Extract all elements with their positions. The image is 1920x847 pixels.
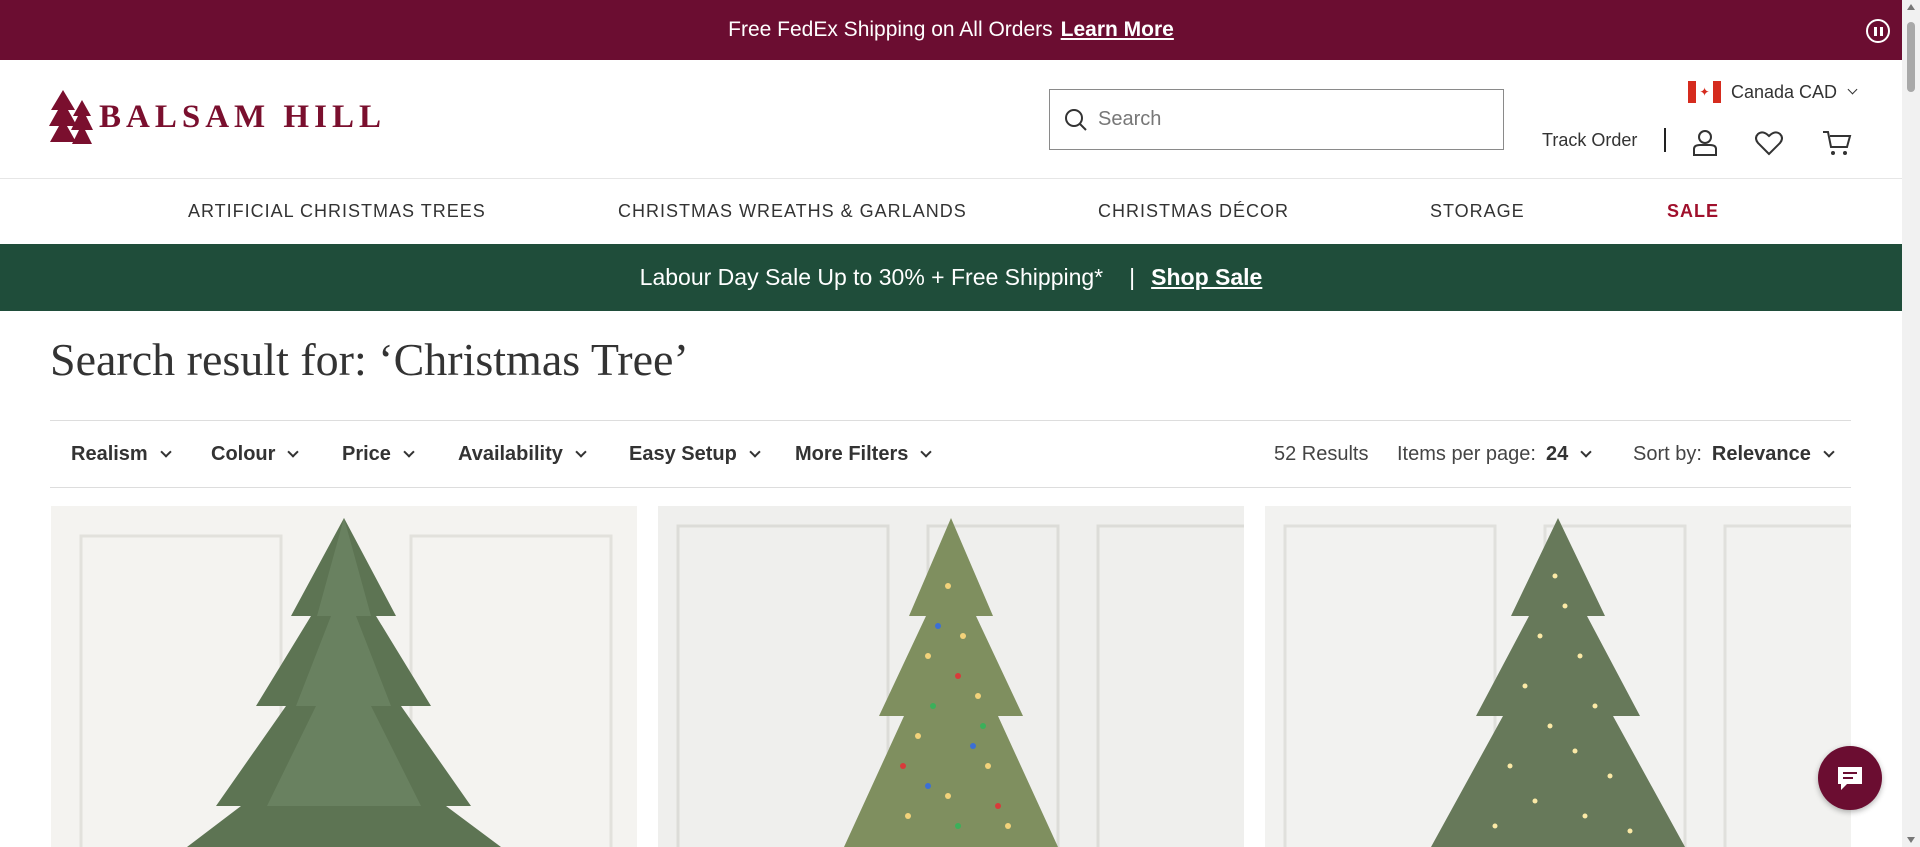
logo[interactable]: BALSAM HILL	[49, 88, 386, 146]
chevron-down-icon	[749, 446, 761, 458]
filter-colour[interactable]: Colour	[211, 443, 300, 466]
filter-easy-setup[interactable]: Easy Setup	[629, 443, 761, 466]
product-card[interactable]	[658, 506, 1244, 847]
site-header: BALSAM HILL ✦ Canada CAD Track Order	[0, 60, 1902, 179]
cart-icon[interactable]	[1822, 128, 1852, 158]
search-input[interactable]	[1098, 108, 1478, 131]
scroll-down-arrow-icon[interactable]	[1907, 837, 1915, 843]
canada-flag-icon: ✦	[1688, 81, 1721, 103]
chevron-down-icon	[287, 446, 300, 458]
nav-decor[interactable]: CHRISTMAS DÉCOR	[1098, 201, 1289, 222]
chat-button[interactable]	[1818, 746, 1882, 810]
header-divider	[1664, 128, 1666, 152]
chevron-down-icon	[160, 446, 172, 458]
nav-artificial-trees[interactable]: ARTIFICIAL CHRISTMAS TREES	[188, 201, 486, 222]
sale-banner-separator: |	[1129, 264, 1136, 290]
sort-value: Relevance	[1711, 443, 1811, 465]
filter-more-filters[interactable]: More Filters	[795, 443, 933, 466]
chevron-down-icon	[575, 446, 587, 458]
chevron-down-icon	[1580, 446, 1592, 458]
results-count: 52 Results	[1274, 443, 1369, 465]
tree-logo-icon-small	[71, 100, 93, 144]
items-per-page-value: 24	[1545, 443, 1569, 465]
track-order-link[interactable]: Track Order	[1542, 130, 1637, 151]
christmas-tree-clear-lights-image	[1265, 506, 1851, 847]
chevron-down-icon	[1847, 84, 1858, 95]
sale-banner: Labour Day Sale Up to 30% + Free Shippin…	[0, 244, 1902, 311]
promo-text: Free FedEx Shipping on All Orders	[728, 18, 1053, 41]
christmas-tree-multicolor-lights-image	[658, 506, 1244, 847]
logo-wordmark: BALSAM HILL	[99, 98, 386, 135]
nav-sale[interactable]: SALE	[1667, 201, 1719, 222]
items-per-page-selector[interactable]: Items per page: 24	[1397, 443, 1592, 466]
product-card[interactable]	[1265, 506, 1851, 847]
nav-wreaths-garlands[interactable]: CHRISTMAS WREATHS & GARLANDS	[618, 201, 967, 222]
product-card[interactable]	[51, 506, 637, 847]
currency-label: Canada CAD	[1731, 81, 1838, 102]
account-icon[interactable]	[1690, 128, 1720, 158]
sort-selector[interactable]: Sort by: Relevance	[1633, 443, 1835, 466]
sort-label: Sort by:	[1633, 443, 1702, 465]
page-title: Search result for: ‘Christmas Tree’	[50, 334, 689, 385]
chevron-down-icon	[920, 446, 933, 458]
search-icon	[1065, 108, 1087, 131]
main-nav: ARTIFICIAL CHRISTMAS TREES CHRISTMAS WRE…	[0, 179, 1902, 244]
filter-realism[interactable]: Realism	[71, 443, 172, 466]
learn-more-link[interactable]: Learn More	[1061, 18, 1174, 42]
chat-bubble-icon	[1838, 767, 1862, 790]
chevron-down-icon	[403, 446, 415, 458]
filter-price[interactable]: Price	[342, 443, 415, 466]
nav-storage[interactable]: STORAGE	[1430, 201, 1525, 222]
scroll-up-arrow-icon[interactable]	[1907, 4, 1915, 10]
currency-selector[interactable]: ✦ Canada CAD	[1688, 81, 1858, 103]
sale-banner-text: Labour Day Sale Up to 30% + Free Shippin…	[639, 264, 1104, 290]
wishlist-heart-icon[interactable]	[1754, 128, 1784, 158]
items-per-page-label: Items per page:	[1397, 443, 1536, 465]
chevron-down-icon	[1823, 446, 1835, 458]
shop-sale-link[interactable]: Shop Sale	[1151, 264, 1262, 291]
search-box[interactable]	[1049, 89, 1504, 150]
christmas-tree-image	[51, 506, 637, 847]
scrollbar[interactable]	[1902, 0, 1920, 847]
promo-bar: Free FedEx Shipping on All Orders Learn …	[0, 0, 1902, 60]
pause-icon[interactable]	[1866, 19, 1890, 43]
scroll-thumb[interactable]	[1907, 22, 1915, 92]
filter-availability[interactable]: Availability	[458, 443, 587, 466]
filter-bar: Realism Colour Price Availability Easy S…	[50, 420, 1851, 488]
